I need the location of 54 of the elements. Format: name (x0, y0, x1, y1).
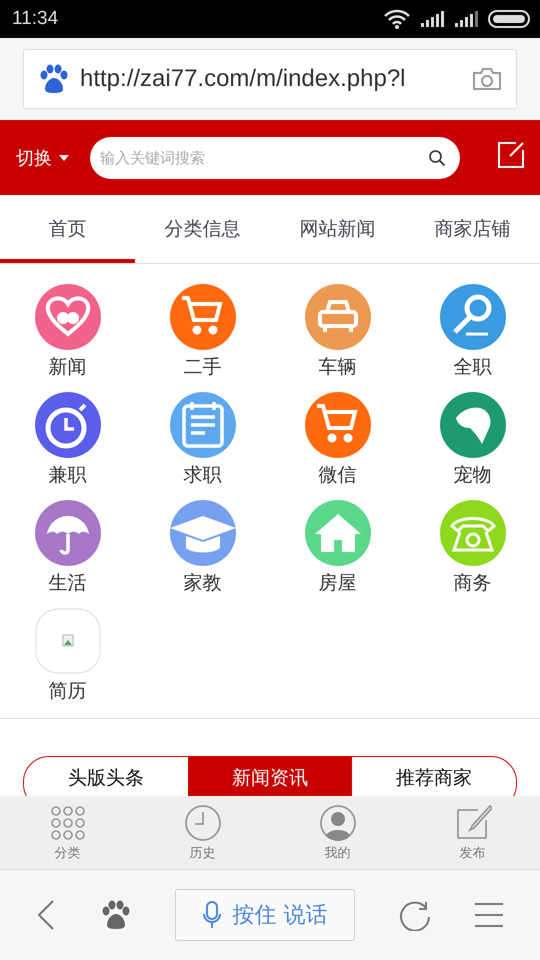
person-icon[interactable] (318, 804, 356, 842)
category-label[interactable]: 微信 (318, 462, 356, 488)
category-label[interactable]: 二手 (184, 354, 222, 380)
paw-logo-icon (38, 64, 70, 94)
nav-tab[interactable]: 分类信息 (135, 195, 270, 263)
paw-icon[interactable] (100, 899, 132, 931)
category-label[interactable]: 宠物 (454, 462, 492, 488)
nav-label[interactable]: 我的 (324, 844, 350, 862)
category-label[interactable]: 简历 (48, 678, 86, 704)
signal-icon (454, 10, 478, 28)
nav-label[interactable]: 发布 (460, 844, 486, 862)
category-label[interactable]: 家教 (184, 570, 222, 596)
category-label[interactable]: 全职 (454, 354, 492, 380)
caret-icon (58, 154, 70, 162)
house-icon[interactable] (304, 500, 370, 566)
cart-icon[interactable] (304, 392, 370, 458)
news-tab[interactable]: 新闻资讯 (188, 757, 352, 796)
wifi-icon (384, 9, 410, 29)
grid-icon[interactable] (48, 804, 86, 842)
nav-tab[interactable]: 网站新闻 (270, 195, 405, 263)
address-field[interactable]: http://zai77.com/m/index.php?l (23, 49, 517, 109)
category-label[interactable]: 商务 (454, 570, 492, 596)
switch-button[interactable]: 切换 (16, 146, 70, 170)
category-label[interactable]: 兼职 (48, 462, 86, 488)
nav-label[interactable]: 分类 (54, 844, 80, 862)
refresh-icon[interactable] (398, 899, 430, 931)
signal-icon (420, 10, 444, 28)
calendar-icon[interactable] (170, 392, 236, 458)
category-label[interactable]: 车辆 (318, 354, 356, 380)
umbrella-icon[interactable] (34, 500, 100, 566)
search-icon[interactable] (428, 148, 446, 166)
graduation-cap-icon[interactable] (170, 500, 236, 566)
telephone-icon[interactable] (440, 500, 506, 566)
stopwatch-icon[interactable] (34, 392, 100, 458)
nav-label[interactable]: 历史 (190, 844, 216, 862)
edit-icon[interactable] (498, 142, 524, 168)
menu-icon[interactable] (474, 902, 504, 928)
car-icon[interactable] (304, 284, 370, 350)
url-text: http://zai77.com/m/index.php?l (80, 65, 407, 93)
category-label[interactable]: 生活 (48, 570, 86, 596)
category-label[interactable]: 新闻 (48, 354, 86, 380)
nav-tab[interactable]: 商家店铺 (405, 195, 540, 263)
status-time: 11:34 (12, 8, 58, 30)
microphone-icon (202, 901, 220, 929)
category-label[interactable]: 房屋 (318, 570, 356, 596)
category-label[interactable]: 求职 (184, 462, 222, 488)
cart-icon[interactable] (170, 284, 236, 350)
camera-icon[interactable] (472, 67, 502, 91)
magnifier-icon[interactable] (440, 284, 506, 350)
nav-tab[interactable]: 首页 (0, 195, 135, 263)
clock-icon[interactable] (184, 804, 222, 842)
back-icon[interactable] (36, 899, 56, 931)
battery-icon (488, 10, 530, 28)
search-field[interactable]: 输入关键词搜索 (90, 136, 460, 178)
